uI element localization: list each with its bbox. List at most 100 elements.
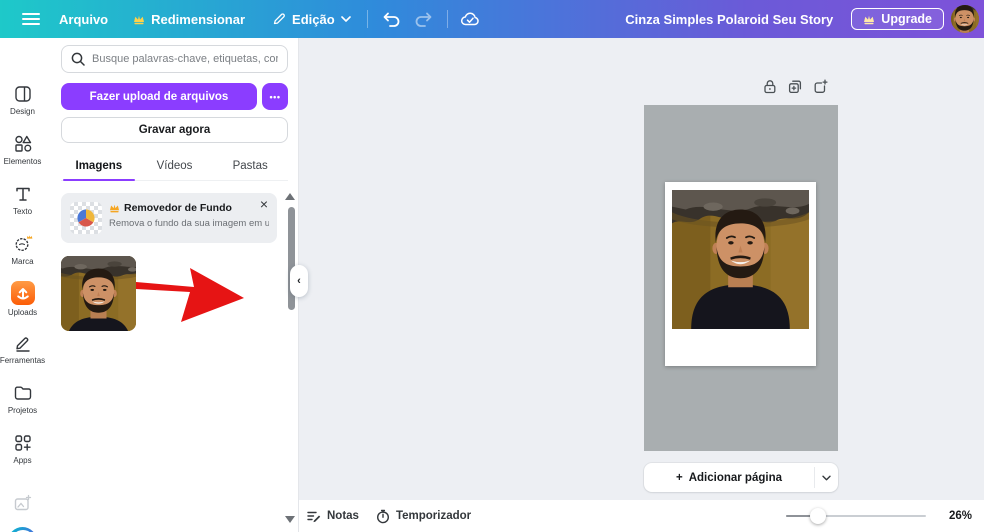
elements-icon — [14, 135, 31, 152]
sidebar-rail: Design Elementos Texto Marca Uploads Fer… — [0, 38, 45, 532]
upload-files-button[interactable]: Fazer upload de arquivos — [61, 83, 257, 110]
promo-title-row: Removedor de Fundo — [109, 202, 232, 214]
sidebar-item-design[interactable]: Design — [0, 84, 45, 116]
avatar-photo — [951, 5, 979, 33]
sidebar-label: Uploads — [7, 308, 38, 317]
scrollbar-up-arrow[interactable] — [285, 193, 295, 200]
polaroid-photo[interactable] — [672, 190, 809, 329]
uploads-icon — [10, 281, 35, 305]
menu-redimensionar-label: Redimensionar — [151, 11, 246, 27]
topbar-divider — [446, 10, 448, 28]
sidebar-label: Apps — [13, 456, 32, 465]
redo-icon — [415, 12, 432, 27]
uploads-panel: Fazer upload de arquivos ••• Gravar agor… — [45, 38, 299, 532]
menu-edicao[interactable]: Edição — [272, 12, 351, 27]
add-page-icon — [814, 79, 828, 93]
add-page-dropdown[interactable] — [815, 463, 838, 492]
uploaded-image-thumbnail[interactable] — [61, 256, 136, 331]
sidebar-label: Marca — [11, 257, 34, 266]
add-page-main[interactable]: + Adicionar página — [644, 463, 814, 492]
search-box[interactable] — [61, 45, 288, 73]
zoom-slider[interactable] — [786, 508, 926, 524]
uploaded-photo — [61, 256, 136, 331]
magic-assistant-button[interactable] — [8, 527, 37, 532]
cloud-check-icon — [460, 12, 479, 26]
panel-collapse-button[interactable]: ‹ — [290, 265, 308, 297]
user-avatar[interactable] — [951, 5, 979, 33]
sidebar-item-ferramentas[interactable]: Ferramentas — [0, 333, 45, 365]
status-bar: Notas Temporizador 26% — [299, 500, 984, 532]
crown-icon — [864, 15, 875, 24]
upgrade-label: Upgrade — [881, 12, 932, 26]
notes-label: Notas — [327, 510, 359, 522]
crown-icon — [109, 204, 120, 213]
record-now-button[interactable]: Gravar agora — [61, 117, 288, 143]
collapse-chevron-icon: ‹ — [297, 275, 301, 287]
notes-button[interactable]: Notas — [306, 509, 359, 523]
hamburger-icon — [22, 13, 40, 25]
promo-thumbnail — [70, 202, 102, 234]
more-options-button[interactable]: ••• — [262, 83, 288, 110]
sidebar-label: Texto — [12, 207, 33, 216]
promo-title: Removedor de Fundo — [124, 202, 232, 214]
tab-pastas[interactable]: Pastas — [212, 154, 288, 180]
add-page-button[interactable]: + Adicionar página — [644, 463, 838, 492]
document-title[interactable]: Cinza Simples Polaroid Seu Story — [625, 12, 833, 27]
scrollbar-down-arrow[interactable] — [285, 516, 295, 523]
duplicate-page-button[interactable] — [788, 79, 802, 94]
sidebar-item-marca[interactable]: Marca — [0, 234, 45, 266]
cloud-save-status[interactable] — [459, 11, 481, 27]
close-icon[interactable]: × — [260, 196, 268, 213]
apps-icon — [14, 435, 31, 451]
promo-subtitle: Remova o fundo da sua imagem em u... — [109, 218, 269, 229]
editor-area: + Adicionar página Notas Temporizador 26… — [299, 38, 984, 532]
plus-icon: + — [675, 471, 683, 484]
sidebar-label: Design — [10, 107, 35, 116]
zoom-level-value[interactable]: 26% — [942, 510, 972, 522]
menu-arquivo-label: Arquivo — [59, 11, 109, 27]
beach-ball-icon — [77, 209, 95, 227]
top-bar: Arquivo Redimensionar Edição Cinza Simpl… — [0, 0, 984, 38]
menu-redimensionar[interactable]: Redimensionar — [133, 12, 245, 27]
design-icon — [14, 86, 31, 102]
search-input[interactable] — [92, 53, 278, 65]
search-icon — [71, 52, 85, 66]
duplicate-icon — [788, 80, 802, 94]
tab-imagens[interactable]: Imagens — [61, 154, 137, 181]
undo-button[interactable] — [381, 11, 401, 27]
sidebar-item-uploads[interactable]: Uploads — [0, 281, 45, 317]
canva-editor-window: Arquivo Redimensionar Edição Cinza Simpl… — [0, 0, 984, 532]
timer-button[interactable]: Temporizador — [376, 509, 471, 524]
text-icon — [15, 187, 30, 201]
brand-icon — [14, 235, 32, 252]
design-page[interactable] — [644, 105, 838, 451]
menu-arquivo[interactable]: Arquivo — [59, 12, 108, 27]
lock-button[interactable] — [763, 79, 777, 94]
sidebar-item-texto[interactable]: Texto — [0, 184, 45, 216]
timer-label: Temporizador — [395, 510, 472, 522]
sidebar-item-elementos[interactable]: Elementos — [0, 134, 45, 166]
zoom-slider-thumb[interactable] — [810, 508, 826, 524]
upgrade-button[interactable]: Upgrade — [851, 8, 944, 30]
tools-icon — [15, 337, 30, 352]
background-remover-promo-card[interactable]: Removedor de Fundo Remova o fundo da sua… — [61, 193, 277, 243]
sidebar-item-projetos[interactable]: Projetos — [0, 383, 45, 415]
tab-videos[interactable]: Vídeos — [137, 154, 213, 180]
sidebar-label: Elementos — [3, 157, 42, 166]
page-controls — [763, 79, 828, 94]
main-menu-button[interactable] — [22, 12, 40, 26]
redo-button[interactable] — [414, 11, 434, 27]
image-sparkle-icon — [13, 494, 32, 518]
sidebar-item-apps[interactable]: Apps — [0, 433, 45, 465]
menu-edicao-label: Edição — [292, 11, 335, 27]
chevron-down-icon — [340, 16, 351, 22]
lock-icon — [764, 80, 776, 94]
add-page-label: Adicionar página — [688, 471, 782, 484]
topbar-divider — [366, 10, 368, 28]
timer-icon — [376, 509, 389, 523]
add-page-icon-button[interactable] — [813, 79, 828, 94]
sidebar-label: Projetos — [7, 406, 38, 415]
media-tabs: Imagens Vídeos Pastas — [61, 154, 288, 181]
undo-icon — [383, 12, 400, 27]
polaroid-frame-element[interactable] — [665, 182, 816, 366]
